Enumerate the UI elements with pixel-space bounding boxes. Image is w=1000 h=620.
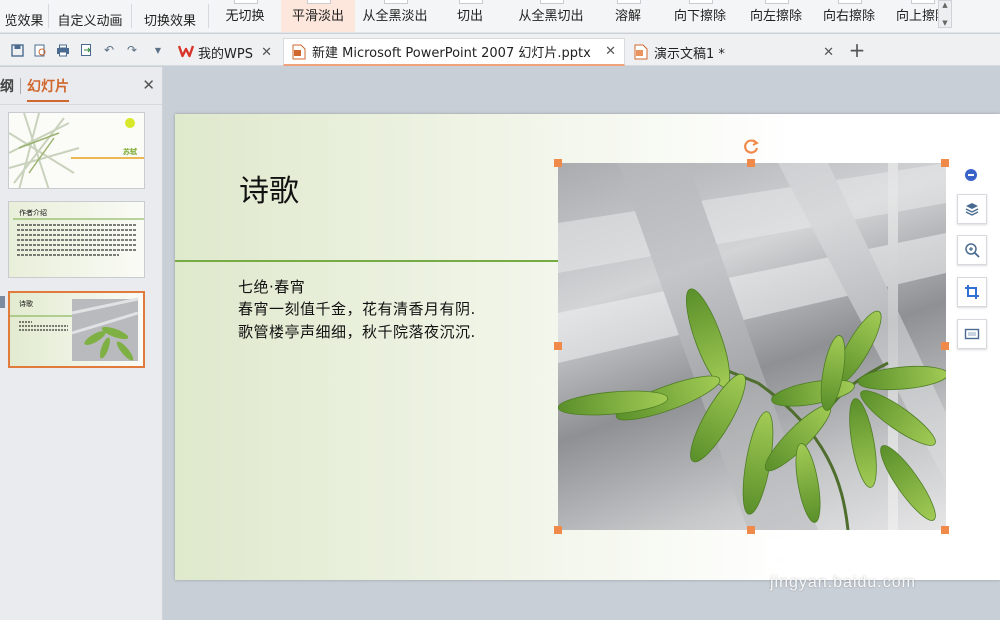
switch-effect-label: 切换效果 [143, 13, 196, 29]
effect-label: 向下擦除 [673, 9, 726, 24]
resize-handle-sw[interactable] [554, 526, 562, 534]
effect-label: 溶解 [614, 9, 641, 24]
effect-label: 从全黑淡出 [362, 9, 428, 24]
effect-cut[interactable]: 切出 [435, 0, 505, 32]
effect-label: 平滑淡出 [291, 9, 344, 24]
switch-effect-button[interactable]: 切换效果 [132, 0, 208, 32]
resize-handle-nw[interactable] [554, 159, 562, 167]
effect-label: 向右擦除 [822, 9, 875, 24]
slide-thumbnail-1[interactable]: 苏轼 [8, 112, 145, 189]
slide-thumbnail-3[interactable]: 诗歌 [8, 291, 145, 368]
resize-handle-w[interactable] [554, 342, 562, 350]
zoom-button[interactable] [957, 235, 987, 265]
print-preview-icon[interactable] [32, 42, 48, 58]
panel-tabs: 纲 幻灯片 ✕ [0, 67, 162, 105]
preview-effect-label: 览效果 [4, 13, 44, 29]
tab-my-wps[interactable]: 我的WPS ✕ [170, 38, 280, 66]
ribbon-toolbar: 览效果 自定义动画 切换效果 无切换 平滑淡出 从全黑淡出 切出 从全黑切出 溶… [0, 0, 1000, 33]
tab-pptx-document[interactable]: 新建 Microsoft PowerPoint 2007 幻灯片.pptx ✕ [283, 38, 625, 66]
ribbon-scroll-control[interactable]: ▲ ▼ [938, 0, 952, 28]
resize-handle-e[interactable] [941, 342, 949, 350]
effect-smooth-fade[interactable]: 平滑淡出 [281, 0, 355, 32]
effect-label: 无切换 [225, 9, 265, 24]
poem-title[interactable]: 七绝·春宵 [238, 276, 305, 297]
scroll-down-icon[interactable]: ▼ [942, 19, 947, 27]
pptx-file-icon [292, 44, 306, 60]
minus-glyph [968, 174, 974, 176]
effect-dissolve[interactable]: 溶解 [597, 0, 659, 32]
redo-icon[interactable]: ↷ [124, 42, 140, 58]
thumbnail-text-lines [13, 218, 144, 256]
title-divider-line [175, 260, 558, 262]
plant-photo [558, 163, 946, 530]
document-tab-bar: ↶ ↷ ▼ 我的WPS ✕ 新建 Microsoft PowerPoint 20… [0, 34, 1000, 66]
effect-wipe-down[interactable]: 向下擦除 [659, 0, 741, 32]
frame-button[interactable] [957, 319, 987, 349]
watermark-logo: Bai du 经验 [765, 532, 993, 578]
thumbnail-title: 苏轼 [123, 148, 137, 156]
effect-label: 向左擦除 [749, 9, 802, 24]
slide-thumbnail-2[interactable]: 作者介绍 [8, 201, 145, 278]
zoom-icon [965, 243, 980, 258]
poem-line-1[interactable]: 春宵一刻值千金，花有清香月有阴. [238, 298, 476, 319]
preview-effect-button[interactable]: 览效果 [0, 0, 48, 32]
slide-title[interactable]: 诗歌 [239, 166, 299, 210]
watermark-url: jingyan.baidu.com [770, 574, 916, 591]
panel-tab-divider [20, 77, 21, 94]
scroll-up-icon[interactable]: ▲ [942, 1, 947, 9]
print-icon[interactable] [55, 42, 71, 58]
new-tab-icon[interactable]: + [847, 38, 867, 62]
thumbnail-preview [10, 297, 139, 361]
effect-wipe-left[interactable]: 向左擦除 [741, 0, 811, 32]
crop-button[interactable] [957, 277, 987, 307]
close-icon[interactable]: ✕ [605, 44, 616, 59]
wps-logo-icon [177, 44, 195, 60]
close-icon[interactable]: ✕ [142, 76, 155, 94]
frame-icon [964, 328, 980, 340]
effect-label: 从全黑切出 [518, 9, 584, 24]
export-icon[interactable] [78, 42, 94, 58]
tab-outline[interactable]: 纲 [0, 76, 14, 96]
save-icon[interactable] [9, 42, 25, 58]
remove-icon[interactable] [965, 169, 977, 181]
slide-panel: 纲 幻灯片 ✕ 苏轼 作者介绍 诗歌 [0, 67, 163, 620]
tab-label: 我的WPS [198, 46, 253, 62]
resize-handle-ne[interactable] [941, 159, 949, 167]
layers-button[interactable] [957, 194, 987, 224]
slide-drag-marker [0, 296, 5, 308]
custom-animation-button[interactable]: 自定义动画 [49, 0, 131, 32]
resize-handle-n[interactable] [747, 159, 755, 167]
effect-wipe-right[interactable]: 向右擦除 [811, 0, 887, 32]
presentation-icon [634, 44, 648, 60]
effect-fade-from-black[interactable]: 从全黑淡出 [355, 0, 435, 32]
undo-icon[interactable]: ↶ [101, 42, 117, 58]
close-icon[interactable]: ✕ [823, 45, 834, 60]
tab-slides[interactable]: 幻灯片 [27, 76, 69, 102]
tab-label: 新建 Microsoft PowerPoint 2007 幻灯片.pptx [312, 46, 591, 61]
poem-line-2[interactable]: 歌管楼亭声细细，秋千院落夜沉沉. [238, 321, 476, 342]
tab-presentation-1[interactable]: 演示文稿1 * ✕ [626, 38, 842, 66]
custom-animation-label: 自定义动画 [57, 13, 123, 29]
effect-cut-from-black[interactable]: 从全黑切出 [505, 0, 597, 32]
resize-handle-s[interactable] [747, 526, 755, 534]
layers-icon [965, 203, 979, 216]
crop-icon [965, 285, 979, 299]
effect-no-transition[interactable]: 无切换 [209, 0, 281, 32]
rotate-handle-icon[interactable] [742, 137, 760, 155]
effect-label: 切出 [456, 9, 483, 24]
close-icon[interactable]: ✕ [261, 45, 272, 60]
customize-dropdown-icon[interactable]: ▼ [150, 42, 166, 58]
tab-label: 演示文稿1 * [654, 46, 725, 62]
slide-picture[interactable] [558, 163, 946, 530]
